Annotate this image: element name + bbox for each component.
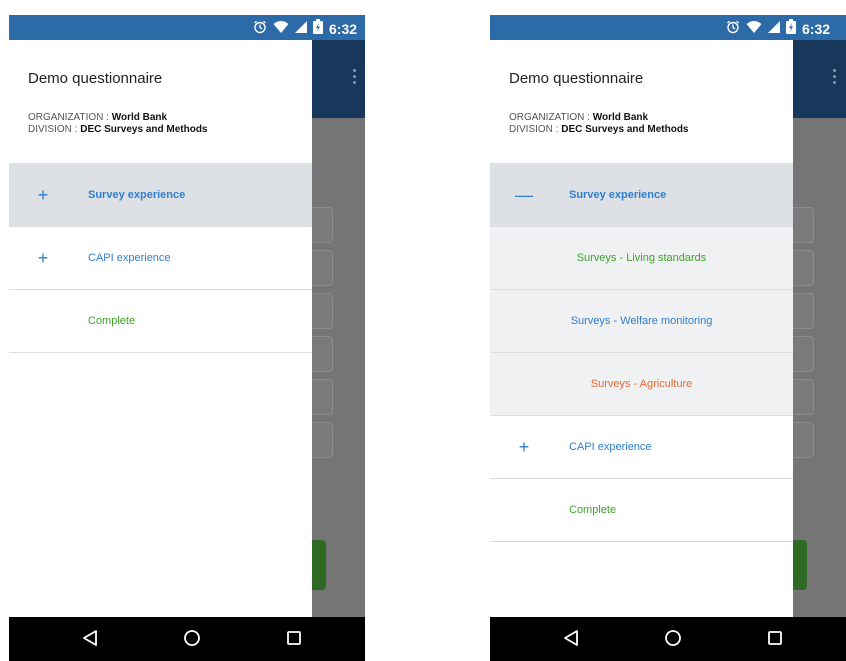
background-green-button: [312, 540, 326, 590]
navigation-drawer: Demo questionnaire ORGANIZATION : World …: [9, 40, 312, 617]
section-list: — Survey experience Surveys - Living sta…: [490, 163, 793, 542]
expand-icon[interactable]: +: [514, 437, 534, 458]
background-card: [793, 379, 814, 415]
status-time: 6:32: [329, 21, 358, 37]
section-capi-experience[interactable]: + CAPI experience: [9, 227, 312, 290]
background-card: [793, 422, 814, 458]
division-value: DEC Surveys and Methods: [80, 124, 208, 135]
expand-icon[interactable]: +: [33, 248, 53, 269]
subsection-living-standards[interactable]: Surveys - Living standards: [490, 227, 793, 290]
division-value: DEC Surveys and Methods: [561, 124, 689, 135]
background-green-button: [793, 540, 807, 590]
section-list: + Survey experience + CAPI experience Co…: [9, 163, 312, 353]
background-card: [793, 207, 814, 243]
subsection-agriculture[interactable]: Surveys - Agriculture: [490, 353, 793, 416]
section-label: Survey experience: [88, 189, 186, 201]
questionnaire-title: Demo questionnaire: [509, 70, 644, 87]
organization-value: World Bank: [592, 112, 649, 123]
organization-label: ORGANIZATION :: [509, 112, 593, 123]
recents-icon[interactable]: [764, 627, 786, 649]
status-time: 6:32: [802, 21, 831, 37]
section-capi-experience[interactable]: + CAPI experience: [490, 416, 793, 479]
section-label: CAPI experience: [569, 441, 652, 453]
status-bar: 6:32: [490, 15, 846, 40]
system-nav-bar: [9, 617, 365, 661]
background-card: [312, 379, 333, 415]
collapse-icon[interactable]: —: [514, 185, 534, 206]
subsection-welfare-monitoring[interactable]: Surveys - Welfare monitoring: [490, 290, 793, 353]
section-complete[interactable]: Complete: [490, 479, 793, 542]
section-survey-experience[interactable]: — Survey experience: [490, 163, 793, 227]
background-card: [793, 293, 814, 329]
section-survey-experience[interactable]: + Survey experience: [9, 163, 312, 227]
subsection-label: Surveys - Welfare monitoring: [570, 315, 713, 327]
battery-icon: [313, 19, 323, 39]
recents-icon[interactable]: [283, 627, 305, 649]
back-icon[interactable]: [560, 627, 582, 649]
section-label: Complete: [569, 504, 617, 516]
more-vert-icon: [353, 69, 357, 87]
background-card: [312, 293, 333, 329]
background-card: [312, 207, 333, 243]
home-icon[interactable]: [181, 627, 203, 649]
division-label: DIVISION :: [28, 124, 81, 135]
alarm-icon: [726, 20, 740, 39]
background-card: [793, 336, 814, 372]
signal-icon: [768, 20, 780, 39]
section-complete[interactable]: Complete: [9, 290, 312, 353]
signal-icon: [295, 20, 307, 39]
section-label: CAPI experience: [88, 252, 171, 264]
section-label: Complete: [88, 315, 136, 327]
more-vert-icon: [833, 69, 837, 87]
navigation-drawer: Demo questionnaire ORGANIZATION : World …: [490, 40, 793, 617]
status-bar: 6:32: [9, 15, 365, 40]
background-card: [312, 336, 333, 372]
home-icon[interactable]: [662, 627, 684, 649]
organization-label: ORGANIZATION :: [28, 112, 112, 123]
questionnaire-meta: ORGANIZATION : World Bank DIVISION : DEC…: [28, 112, 208, 136]
questionnaire-meta: ORGANIZATION : World Bank DIVISION : DEC…: [509, 112, 689, 136]
back-icon[interactable]: [79, 627, 101, 649]
organization-value: World Bank: [111, 112, 168, 123]
subsection-label: Surveys - Agriculture: [590, 378, 693, 390]
questionnaire-title: Demo questionnaire: [28, 70, 163, 87]
wifi-icon: [746, 20, 762, 39]
division-label: DIVISION :: [509, 124, 562, 135]
system-nav-bar: [490, 617, 846, 661]
background-card: [793, 250, 814, 286]
expand-icon[interactable]: +: [33, 185, 53, 206]
background-card: [312, 422, 333, 458]
battery-icon: [786, 19, 796, 39]
subsection-label: Surveys - Living standards: [576, 252, 707, 264]
section-label: Survey experience: [569, 189, 667, 201]
wifi-icon: [273, 20, 289, 39]
alarm-icon: [253, 20, 267, 39]
background-card: [312, 250, 333, 286]
phone-screen-left: 6:32 Demo questionnaire ORGANIZATION : W…: [9, 15, 365, 661]
phone-screen-right: 6:32 Demo questionnaire ORGANIZATION : W…: [490, 15, 846, 661]
